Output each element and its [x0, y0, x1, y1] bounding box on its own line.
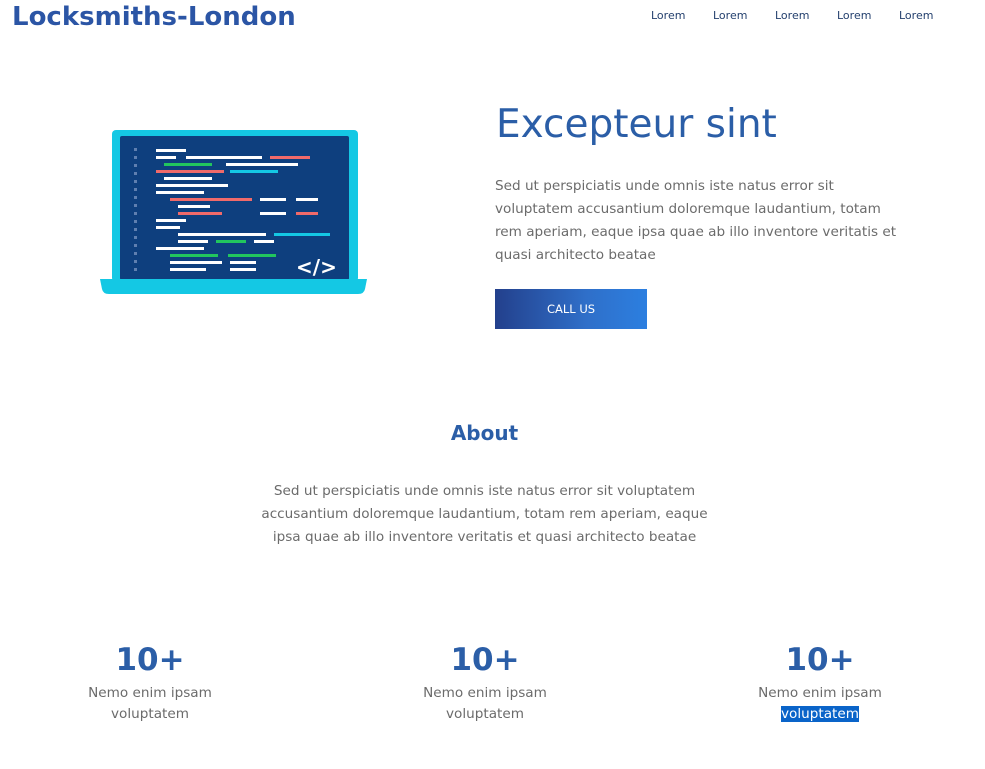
stat-value: 10+: [785, 642, 855, 678]
stat-item: 10+ Nemo enim ipsam voluptatem: [720, 640, 920, 725]
stat-item: 10+ Nemo enim ipsam voluptatem: [50, 640, 250, 725]
about-heading: About: [450, 421, 519, 445]
stat-label: Nemo enim ipsam voluptatem: [385, 683, 585, 725]
stat-value: 10+: [115, 642, 185, 678]
call-us-button[interactable]: CALL US: [495, 289, 647, 329]
nav-link-3[interactable]: Lorem: [775, 9, 837, 23]
nav-link-5[interactable]: Lorem: [899, 9, 961, 23]
stat-label: Nemo enim ipsam voluptatem: [50, 683, 250, 725]
stat-label-line1: Nemo enim ipsam: [423, 685, 547, 701]
code-brackets-icon: </>: [296, 255, 337, 279]
hero-title: Excepteur sint: [496, 102, 777, 147]
stat-label-line2-selected: voluptatem: [781, 706, 859, 722]
stat-label-line1: Nemo enim ipsam: [88, 685, 212, 701]
hero-description: Sed ut perspiciatis unde omnis iste natu…: [495, 178, 897, 263]
nav-link-1[interactable]: Lorem: [651, 9, 713, 23]
stat-item: 10+ Nemo enim ipsam voluptatem: [385, 640, 585, 725]
site-logo[interactable]: Locksmiths-London: [12, 0, 296, 34]
stat-label-line1: Nemo enim ipsam: [758, 685, 882, 701]
stat-label: Nemo enim ipsam voluptatem: [720, 683, 920, 725]
nav-link-4[interactable]: Lorem: [837, 9, 899, 23]
main-nav: Lorem Lorem Lorem Lorem Lorem: [651, 9, 961, 23]
stat-value: 10+: [450, 642, 520, 678]
stat-label-line2: voluptatem: [446, 706, 524, 722]
stat-label-line2: voluptatem: [111, 706, 189, 722]
about-description: Sed ut perspiciatis unde omnis iste natu…: [261, 483, 708, 545]
nav-link-2[interactable]: Lorem: [713, 9, 775, 23]
laptop-code-illustration: </>: [100, 130, 367, 294]
